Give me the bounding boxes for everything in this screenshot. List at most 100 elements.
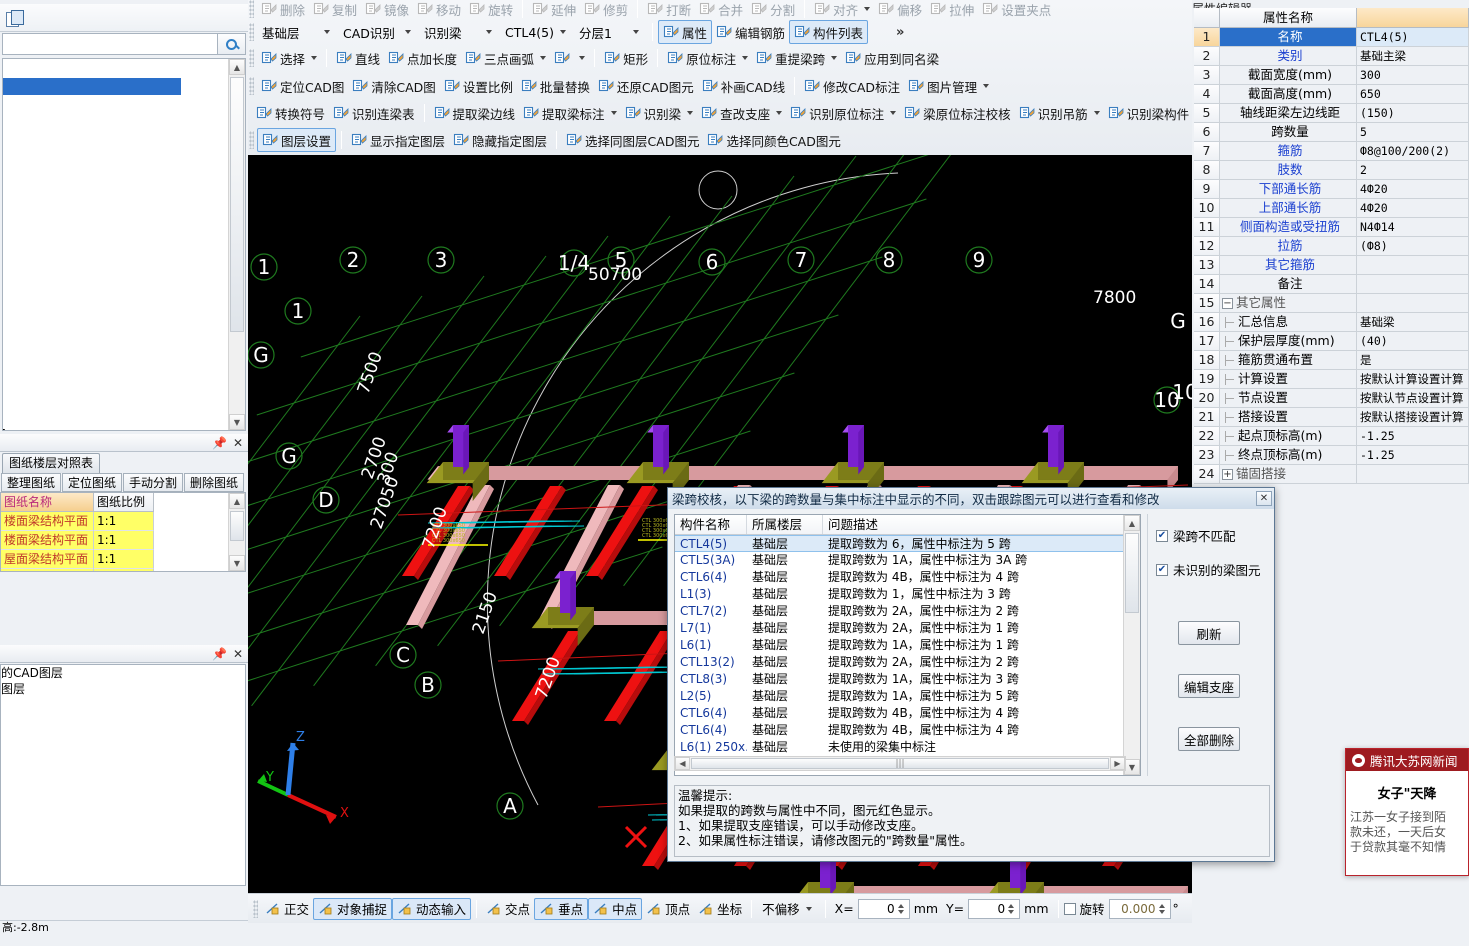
component-list-item[interactable]: 1) — [3, 367, 181, 384]
grip-handle[interactable] — [249, 131, 254, 149]
property-value[interactable]: 650 — [1357, 85, 1469, 104]
ribbon-overflow-icon[interactable]: » — [896, 25, 904, 40]
component-list-item[interactable]: 12(7) — [3, 231, 181, 248]
ribbon-button-select-same-color-icon[interactable]: 选择同颜色CAD图元 — [703, 128, 844, 152]
grip-handle[interactable] — [249, 77, 254, 95]
scroll-thumb[interactable] — [230, 77, 244, 332]
scroll-up-icon[interactable]: ▲ — [1124, 515, 1140, 531]
component-list-item[interactable]: 3) — [3, 129, 181, 146]
property-row[interactable]: 13 其它箍筋 — [1194, 256, 1469, 275]
ribbon-button-clear-cad-icon[interactable]: 清除CAD图 — [348, 74, 439, 98]
cad-layer-item[interactable]: 图层 — [1, 681, 245, 697]
property-row[interactable]: 24 + 锚固搭接 — [1194, 465, 1469, 484]
tab-drawing-floor-map[interactable]: 图纸楼层对照表 — [2, 453, 101, 473]
dialog-checkbox[interactable]: ✔ 未识别的梁图元 — [1148, 560, 1270, 579]
issue-row[interactable]: CTL6(4) 基础层 提取跨数为 4B，属性中标注为 4 跨 — [675, 705, 1140, 722]
property-value[interactable]: 4Ф20 — [1357, 180, 1469, 199]
chevron-down-icon[interactable] — [1093, 111, 1100, 115]
property-row[interactable]: 20 节点设置 按默认节点设置计算 — [1194, 389, 1469, 408]
issue-row[interactable]: L1(3) 基础层 提取跨数为 1，属性中标注为 3 跨 — [675, 586, 1140, 603]
ribbon-combo-1[interactable]: CAD识别 — [338, 22, 416, 43]
issue-row[interactable]: CTL7(2) 基础层 提取跨数为 2A，属性中标注为 2 跨 — [675, 603, 1140, 620]
ribbon-button-rect-icon[interactable]: 矩形 — [600, 46, 652, 70]
checkbox-icon[interactable]: ✔ — [1156, 563, 1168, 576]
ribbon-button-rotate-icon[interactable]: 旋转 — [465, 0, 517, 21]
status-toggle-osnap-icon[interactable]: 对象捕捉 — [313, 897, 393, 920]
drawing-tabs[interactable]: 图纸楼层对照表 — [2, 453, 101, 473]
component-list-scrollbar[interactable]: ▲ ▼ — [228, 59, 245, 430]
property-value[interactable] — [1357, 465, 1469, 484]
scroll-thumb-horizontal[interactable]: ||| — [691, 758, 1109, 769]
ribbon-button-arc-icon[interactable]: 三点画弧 — [461, 46, 550, 70]
chevron-down-icon[interactable] — [687, 111, 694, 115]
property-value[interactable]: N4Ф14 — [1357, 218, 1469, 237]
chevron-down-icon[interactable] — [399, 23, 414, 42]
property-row[interactable]: 9 下部通长筋 4Ф20 — [1194, 180, 1469, 199]
ribbon-button-convert-symbol-icon[interactable]: 转换符号 — [252, 101, 329, 125]
component-list-item[interactable]: 8(3) — [3, 299, 181, 316]
chevron-down-icon[interactable] — [831, 56, 838, 60]
ribbon-button-apply-same-icon[interactable]: 应用到同名梁 — [841, 46, 943, 70]
property-row[interactable]: 15− 其它属性 — [1194, 294, 1469, 313]
scroll-left-icon[interactable]: ◀ — [675, 757, 690, 770]
property-row[interactable]: 18 箍筋贯通布置 是 — [1194, 351, 1469, 370]
x-input[interactable]: 0 — [857, 898, 910, 919]
component-list-item[interactable]: 5(3A) — [3, 95, 181, 112]
property-grid[interactable]: 属性名称 1 名称 CTL4(5) 2 类别 基础主梁 3 截面宽度(mm) 300 4 截面高度(… — [1194, 8, 1469, 484]
grip-handle[interactable] — [249, 0, 254, 18]
property-row[interactable]: 8 肢数 2 — [1194, 161, 1469, 180]
chevron-down-icon[interactable] — [480, 23, 495, 42]
property-row[interactable]: 2 类别 基础主梁 — [1194, 47, 1469, 66]
dialog-titlebar[interactable]: 梁跨校核，以下梁的跨数量与集中标注中显示的不同，双击跟踪图元可以进行查看和修改 … — [668, 488, 1274, 509]
ribbon-button-extend-icon[interactable]: 延伸 — [528, 0, 580, 21]
ribbon-button-locate-cad-icon[interactable]: 定位CAD图 — [257, 74, 348, 98]
close-icon[interactable]: ✕ — [1256, 491, 1272, 506]
issue-row[interactable]: CTL13(2) 基础层 提取跨数为 2A，属性中标注为 2 跨 — [675, 654, 1140, 671]
ribbon-button-copy-icon[interactable]: 复制 — [309, 0, 361, 21]
scroll-thumb[interactable] — [230, 511, 244, 541]
scroll-down-icon[interactable]: ▼ — [1124, 759, 1140, 775]
ribbon-button-property-icon[interactable]: 属性 — [658, 20, 713, 44]
copy-icon[interactable] — [6, 9, 24, 27]
property-row[interactable]: 23 终点顶标高(m) -1.25 — [1194, 446, 1469, 465]
spinner-icon[interactable] — [897, 902, 907, 916]
property-row[interactable]: 4 截面高度(mm) 650 — [1194, 85, 1469, 104]
property-value[interactable]: 是 — [1357, 351, 1469, 370]
chevron-down-icon[interactable] — [890, 111, 897, 115]
drawing-button-定位图纸[interactable]: 定位图纸 — [62, 473, 123, 492]
close-icon[interactable]: ✕ — [232, 437, 244, 449]
ribbon-button-edit-cad-dim-icon[interactable]: 修改CAD标注 — [800, 74, 904, 98]
ribbon-combo-4[interactable]: 分层1 — [574, 22, 644, 43]
ribbon-button-line-icon[interactable]: 直线 — [332, 46, 384, 70]
property-value[interactable]: 按默认节点设置计算 — [1357, 389, 1469, 408]
search-button[interactable] — [218, 33, 246, 55]
drawing-grid-scrollbar[interactable]: ▲ ▼ — [228, 493, 245, 571]
ribbon-button-move-icon[interactable]: 移动 — [413, 0, 465, 21]
chevron-down-icon[interactable] — [864, 7, 871, 11]
issue-row[interactable]: CTL6(4) 基础层 提取跨数为 4B，属性中标注为 4 跨 — [675, 722, 1140, 739]
property-row[interactable]: 17 保护层厚度(mm) (40) — [1194, 332, 1469, 351]
chevron-down-icon[interactable] — [627, 23, 642, 42]
snap-toggle-coordinate-icon[interactable]: 坐标 — [694, 898, 746, 920]
scroll-down-icon[interactable]: ▼ — [229, 555, 245, 571]
ribbon-button-align-icon[interactable]: 对齐 — [810, 0, 874, 21]
ribbon-button-verify-insitu-icon[interactable]: 梁原位标注校核 — [900, 101, 1015, 125]
property-value[interactable] — [1357, 275, 1469, 294]
component-list-item[interactable]: 9(3A) — [3, 316, 181, 333]
spinner-icon[interactable] — [1158, 902, 1168, 916]
property-row[interactable]: 1 名称 CTL4(5) — [1194, 28, 1469, 47]
issue-row[interactable]: L6(1) 250x… 基础层 未使用的梁集中标注 — [675, 739, 1140, 756]
ribbon-button-rebar-edit-icon[interactable]: 编辑钢筋 — [712, 20, 789, 44]
component-list-item[interactable]: 4(5) — [3, 78, 181, 95]
dialog-checkbox[interactable]: ✔ 梁跨不匹配 — [1148, 526, 1270, 545]
ribbon-button-layer-settings-icon[interactable]: 图层设置 — [257, 128, 337, 152]
property-row[interactable]: 11 侧面构造或受扭筋 N4Ф14 — [1194, 218, 1469, 237]
ribbon-button-recog-beam-member-icon[interactable]: 识别梁构件 — [1104, 101, 1194, 125]
ribbon-button-offset-icon[interactable]: 偏移 — [874, 0, 926, 21]
property-row[interactable]: 7 箍筋 Ф8@100/200(2) — [1194, 142, 1469, 161]
drawing-row[interactable]: 屋面板结构平面1:1 — [1, 569, 245, 571]
ribbon-button-batch-replace-icon[interactable]: 批量替换 — [517, 74, 594, 98]
scroll-thumb[interactable] — [1125, 533, 1139, 613]
property-value[interactable] — [1357, 294, 1469, 313]
chevron-down-icon[interactable] — [579, 56, 586, 60]
